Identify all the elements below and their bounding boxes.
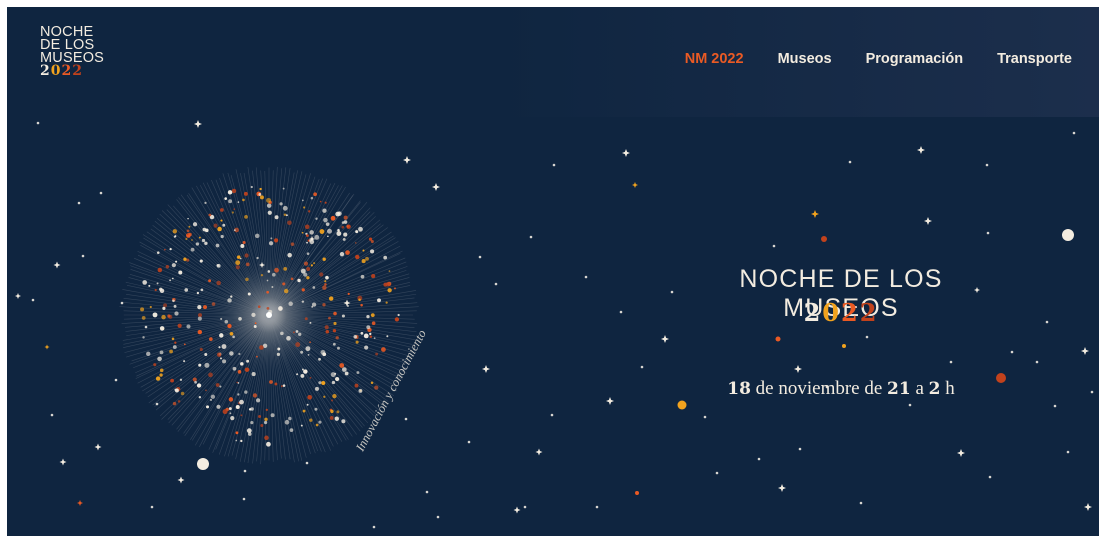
date-day: 18	[727, 379, 751, 399]
year-digit: 2	[803, 298, 823, 327]
nav-item-museos[interactable]: Museos	[778, 51, 832, 67]
site-logo[interactable]: NOCHE DE LOS MUSEOS 2022	[40, 25, 104, 79]
date-start-hour: 21	[887, 379, 911, 399]
date-end-hour: 2	[928, 379, 941, 399]
date-text: de noviembre de	[750, 378, 888, 399]
year-digit: 0	[822, 298, 841, 327]
date-text-h: h	[940, 378, 955, 399]
logo-year: 2022	[40, 63, 83, 79]
nav-item-transporte[interactable]: Transporte	[997, 51, 1072, 67]
hero-banner: NOCHE DE LOS MUSEOS 2022 NM 2022 Museos …	[7, 7, 1099, 536]
event-date: 18 de noviembre de 21 a 2 h	[681, 378, 1001, 400]
nav-item-programacion[interactable]: Programación	[866, 51, 964, 67]
year-digit: 2	[841, 298, 860, 327]
main-nav: NM 2022 Museos Programación Transporte	[685, 51, 1072, 67]
year-digit: 2	[859, 298, 879, 327]
date-text-a: a	[910, 378, 929, 399]
nav-item-nm2022[interactable]: NM 2022	[685, 51, 744, 67]
hero-year: 2022	[681, 298, 1001, 327]
